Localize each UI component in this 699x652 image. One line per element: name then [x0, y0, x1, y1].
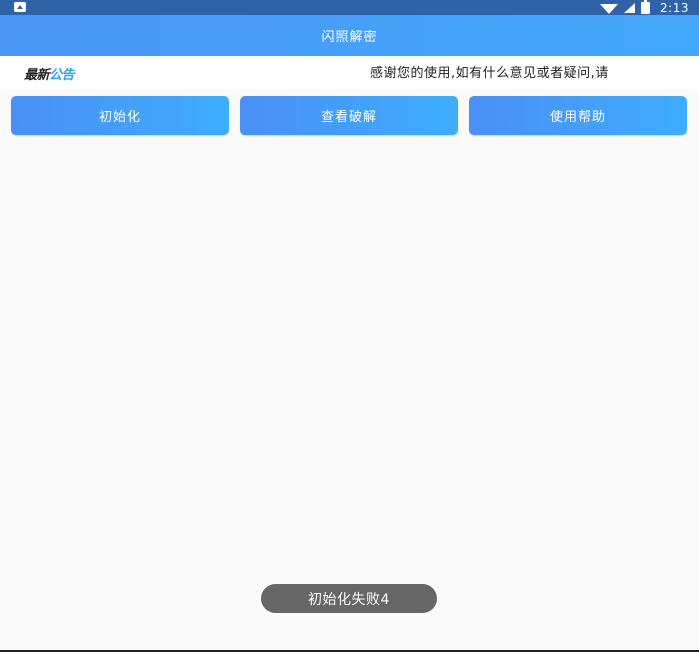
battery-icon	[641, 0, 651, 14]
notice-bar: 最新公告 感谢您的使用,如有什么意见或者疑问,请	[0, 56, 699, 89]
status-time: 2:13	[660, 0, 689, 15]
app-screen: 2:13 闪照解密 最新公告 感谢您的使用,如有什么意见或者疑问,请 初始化 查…	[0, 0, 699, 652]
notification-icon	[14, 2, 26, 12]
notice-logo: 最新公告	[24, 64, 75, 83]
wifi-icon	[600, 3, 619, 14]
status-icons: 2:13	[600, 0, 689, 15]
action-button-row: 初始化 查看破解 使用帮助	[0, 96, 699, 136]
app-title: 闪照解密	[321, 30, 378, 45]
notice-logo-part2: 公告	[49, 68, 75, 83]
signal-icon	[624, 2, 636, 13]
help-button[interactable]: 使用帮助	[469, 96, 687, 135]
view-crack-button[interactable]: 查看破解	[240, 96, 458, 135]
toast-message: 初始化失败4	[261, 584, 437, 613]
app-bar: 闪照解密	[0, 15, 699, 56]
notice-logo-part1: 最新	[24, 68, 50, 83]
init-button[interactable]: 初始化	[11, 96, 229, 135]
status-bar: 2:13	[0, 0, 699, 15]
notice-marquee-text: 感谢您的使用,如有什么意见或者疑问,请	[370, 66, 609, 81]
